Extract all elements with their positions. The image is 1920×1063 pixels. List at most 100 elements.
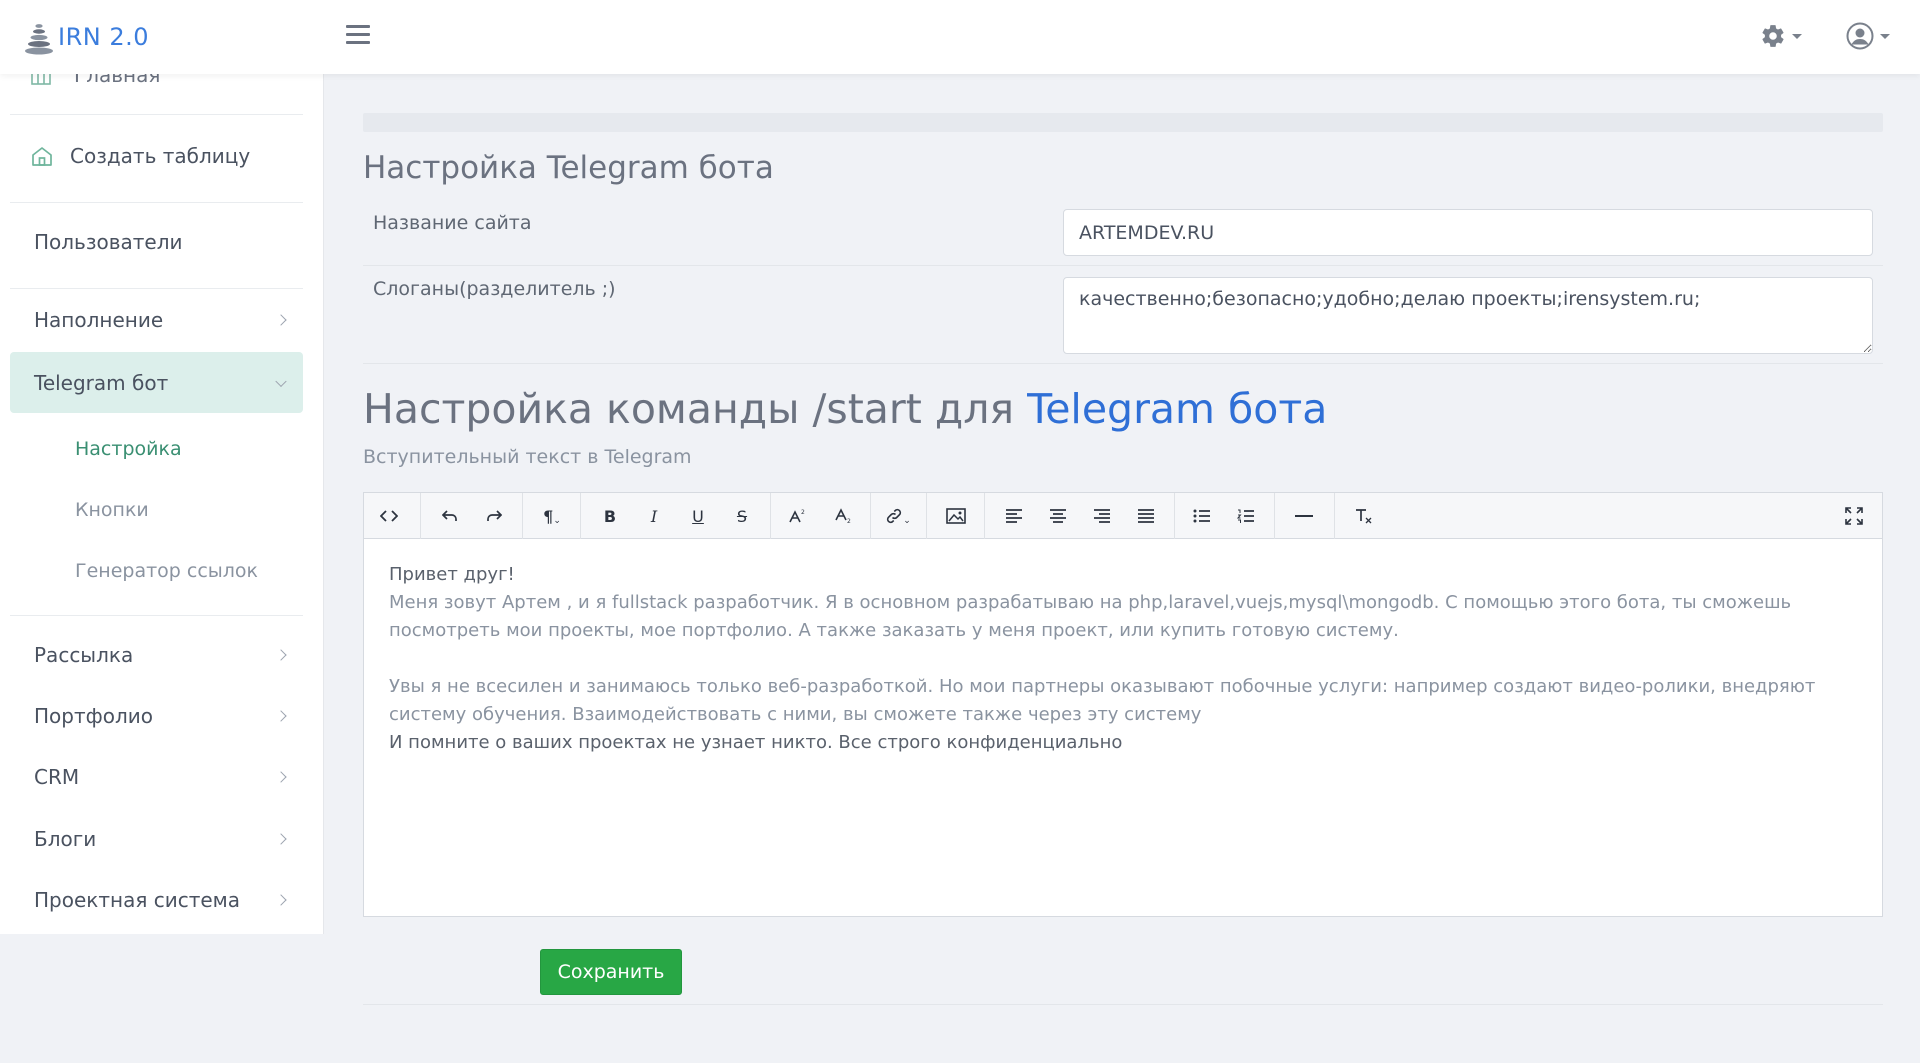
sidebar-item-label: Блоги bbox=[34, 827, 97, 851]
redo-button[interactable] bbox=[474, 493, 514, 539]
site-name-input[interactable] bbox=[1063, 209, 1873, 256]
start-title-accent: Telegram бота bbox=[1027, 385, 1328, 433]
sidebar-item-portfolio[interactable]: Портфолио bbox=[10, 695, 303, 737]
editor-line: Привет друг! bbox=[389, 564, 515, 585]
chevron-down-icon bbox=[1880, 33, 1890, 39]
paragraph-format-button[interactable]: ¶ ⌄ bbox=[532, 493, 572, 539]
link-icon bbox=[887, 508, 902, 524]
bulleted-list-button[interactable] bbox=[1182, 493, 1222, 539]
hamburger-icon[interactable] bbox=[346, 25, 370, 45]
toolbar-separator bbox=[926, 493, 927, 539]
sidebar-item-users[interactable]: Пользователи bbox=[10, 214, 303, 270]
underline-button[interactable]: U bbox=[678, 493, 718, 539]
chevron-right-icon bbox=[275, 894, 287, 906]
sidebar-item-content[interactable]: Наполнение bbox=[10, 292, 303, 348]
chevron-right-icon bbox=[275, 771, 287, 783]
form-row-site-name: Название сайта bbox=[363, 204, 1883, 266]
toolbar-separator bbox=[1274, 493, 1275, 539]
rich-text-editor: ¶ ⌄ B I U S 2 2 ⌄ Привет друг! Меня зову… bbox=[363, 492, 1883, 917]
toolbar-separator bbox=[770, 493, 771, 539]
numbered-list-button[interactable] bbox=[1226, 493, 1266, 539]
horizontal-rule-icon bbox=[1295, 515, 1313, 517]
link-button[interactable]: ⌄ bbox=[878, 493, 918, 539]
fullscreen-button[interactable] bbox=[1834, 493, 1874, 539]
user-dropdown[interactable] bbox=[1846, 20, 1890, 52]
bulleted-list-icon bbox=[1193, 509, 1210, 523]
superscript-button[interactable]: 2 bbox=[778, 493, 818, 539]
editor-paragraph: Увы я не всесилен и занимаюсь только веб… bbox=[389, 676, 1816, 725]
sidebar-item-label: CRM bbox=[34, 765, 80, 789]
chevron-down-icon bbox=[275, 375, 287, 387]
submenu-item-link-generator[interactable]: Генератор ссылок bbox=[75, 560, 258, 582]
sidebar-item-label: Проектная система bbox=[34, 888, 241, 912]
image-icon bbox=[946, 508, 966, 524]
code-view-button[interactable] bbox=[369, 493, 409, 539]
horizontal-rule-button[interactable] bbox=[1284, 493, 1324, 539]
align-center-icon bbox=[1050, 509, 1066, 523]
home-icon bbox=[32, 147, 52, 166]
clear-formatting-icon bbox=[1356, 509, 1372, 524]
italic-icon: I bbox=[650, 506, 658, 526]
code-icon bbox=[380, 510, 398, 522]
top-strip bbox=[363, 113, 1883, 132]
sidebar-divider bbox=[10, 202, 303, 203]
sidebar-divider bbox=[10, 114, 303, 115]
insert-image-button[interactable] bbox=[936, 493, 976, 539]
save-button[interactable]: Сохранить bbox=[540, 949, 682, 995]
strikethrough-button[interactable]: S bbox=[722, 493, 762, 539]
editor-paragraph: Меня зовут Артем , и я fullstack разрабо… bbox=[389, 592, 1792, 641]
sidebar-item-blogs[interactable]: Блоги bbox=[10, 818, 303, 860]
intro-text-label: Вступительный текст в Telegram bbox=[363, 446, 692, 468]
underline-icon: U bbox=[692, 506, 704, 526]
subscript-icon: 2 bbox=[835, 508, 851, 524]
chevron-right-icon bbox=[275, 833, 287, 845]
align-right-icon bbox=[1094, 509, 1110, 523]
stacked-stones-icon bbox=[25, 24, 53, 55]
submenu-item-buttons[interactable]: Кнопки bbox=[75, 499, 149, 521]
sidebar-item-project-system[interactable]: Проектная система bbox=[10, 879, 303, 921]
toolbar-separator bbox=[1174, 493, 1175, 539]
undo-button[interactable] bbox=[430, 493, 470, 539]
submenu-item-settings[interactable]: Настройка bbox=[75, 438, 182, 460]
sidebar-item-label: Рассылка bbox=[34, 643, 134, 667]
toolbar-separator bbox=[580, 493, 581, 539]
page-title: Настройка Telegram бота bbox=[363, 150, 774, 186]
start-title-prefix: Настройка команды /start для bbox=[363, 385, 1015, 433]
align-justify-icon bbox=[1138, 509, 1154, 523]
italic-button[interactable]: I bbox=[634, 493, 674, 539]
sidebar-item-label: Портфолио bbox=[34, 704, 153, 728]
sidebar-item-label: Создать таблицу bbox=[70, 144, 251, 168]
chevron-right-icon bbox=[275, 710, 287, 722]
slogans-textarea[interactable]: качественно;безопасно;удобно;делаю проек… bbox=[1063, 277, 1873, 354]
clear-formatting-button[interactable] bbox=[1344, 493, 1384, 539]
settings-dropdown[interactable] bbox=[1760, 20, 1802, 52]
align-justify-button[interactable] bbox=[1126, 493, 1166, 539]
editor-content[interactable]: Привет друг! Меня зовут Артем , и я full… bbox=[389, 561, 1849, 757]
editor-line: И помните о ваших проектах не узнает ник… bbox=[389, 732, 1123, 753]
align-left-button[interactable] bbox=[994, 493, 1034, 539]
site-name-label: Название сайта bbox=[373, 212, 532, 234]
undo-icon bbox=[442, 510, 457, 521]
bold-button[interactable]: B bbox=[590, 493, 630, 539]
fullscreen-icon bbox=[1845, 507, 1863, 525]
sidebar-item-crm[interactable]: CRM bbox=[10, 756, 303, 798]
align-center-button[interactable] bbox=[1038, 493, 1078, 539]
sidebar-item-telegram-bot[interactable]: Telegram бот bbox=[10, 352, 303, 413]
start-command-title: Настройка команды /start для Telegram бо… bbox=[363, 385, 1327, 433]
toolbar-separator bbox=[1334, 493, 1335, 539]
subscript-button[interactable]: 2 bbox=[824, 493, 864, 539]
sidebar-item-create-table[interactable]: Создать таблицу bbox=[10, 126, 303, 186]
sidebar-item-mailing[interactable]: Рассылка bbox=[10, 634, 303, 676]
svg-text:2: 2 bbox=[847, 518, 851, 524]
brand[interactable]: IRN 2.0 bbox=[22, 16, 149, 58]
chevron-down-icon: ⌄ bbox=[553, 516, 561, 526]
sidebar-item-label: Telegram бот bbox=[34, 370, 169, 395]
toolbar-separator bbox=[420, 493, 421, 539]
sidebar-divider bbox=[10, 615, 303, 616]
superscript-icon: 2 bbox=[789, 509, 805, 523]
numbered-list-icon bbox=[1237, 509, 1254, 523]
form-divider bbox=[363, 1004, 1883, 1005]
align-right-button[interactable] bbox=[1082, 493, 1122, 539]
paragraph-icon: ¶ bbox=[543, 506, 554, 526]
toolbar-separator bbox=[984, 493, 985, 539]
